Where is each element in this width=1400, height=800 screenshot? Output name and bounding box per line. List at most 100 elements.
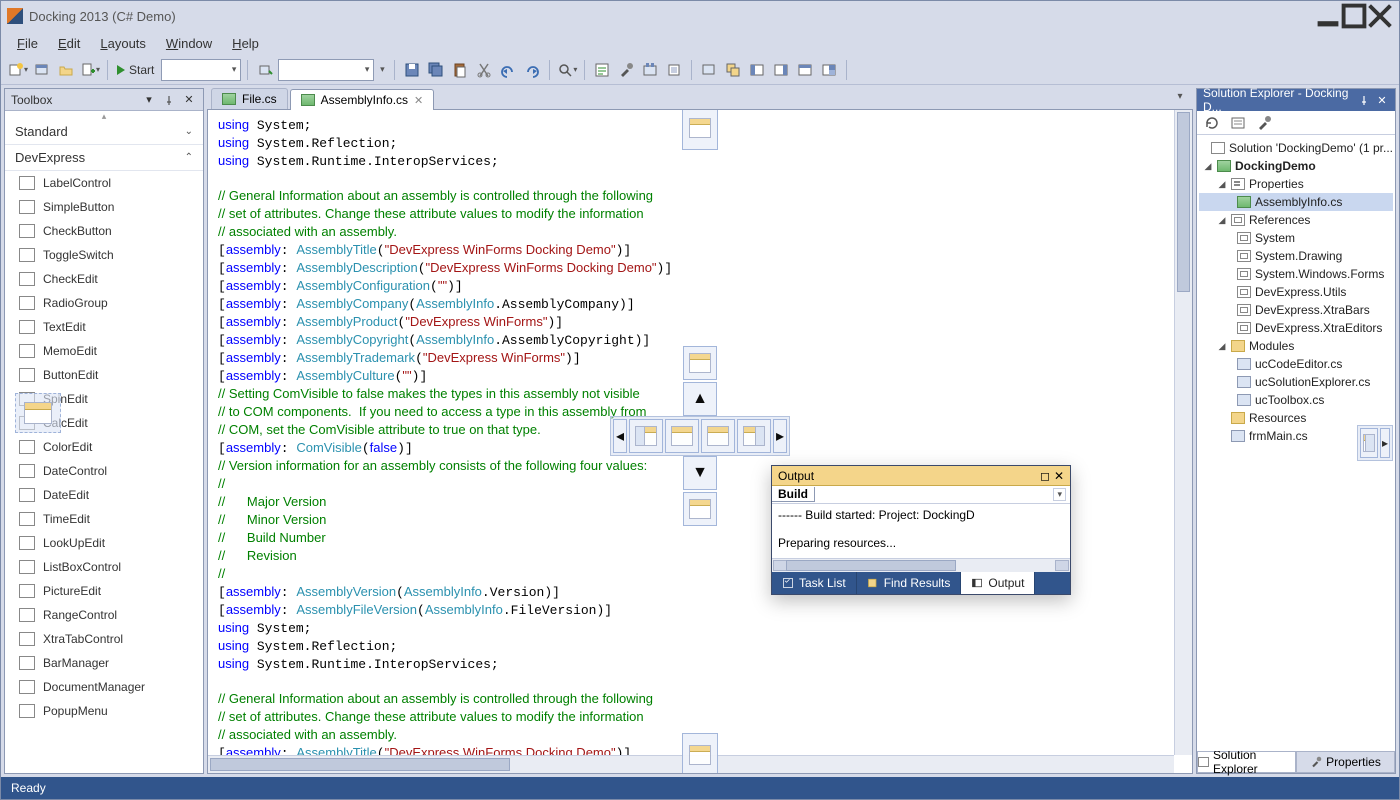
- new-window-icon[interactable]: [31, 59, 53, 81]
- titlebar[interactable]: Docking 2013 (C# Demo): [1, 1, 1399, 31]
- output-maximize-icon[interactable]: ◻: [1040, 469, 1050, 483]
- menu-help[interactable]: Help: [224, 34, 267, 53]
- toolbox-item[interactable]: DateControl: [5, 459, 203, 483]
- toolbox-item[interactable]: ListBoxControl: [5, 555, 203, 579]
- tree-module[interactable]: ucSolutionExplorer.cs: [1199, 373, 1393, 391]
- toolbox-item[interactable]: RangeControl: [5, 603, 203, 627]
- toolbox-item[interactable]: XtraTabControl: [5, 627, 203, 651]
- tabs-overflow-icon[interactable]: ▾: [1173, 91, 1187, 102]
- dock-hint-top[interactable]: [683, 346, 717, 380]
- minimize-button[interactable]: [1315, 6, 1341, 26]
- toolbox-header[interactable]: Toolbox ▾ ✕: [5, 89, 203, 111]
- window-list-icon[interactable]: [698, 59, 720, 81]
- toolbox-item[interactable]: LabelControl: [5, 171, 203, 195]
- dock-hint-right[interactable]: [737, 419, 771, 453]
- tree-solution-root[interactable]: Solution 'DockingDemo' (1 pr...: [1199, 139, 1393, 157]
- dock-hint-up-arrow[interactable]: ▲: [683, 382, 717, 416]
- toolbox-item[interactable]: ButtonEdit: [5, 363, 203, 387]
- toolbox-item[interactable]: PictureEdit: [5, 579, 203, 603]
- tab-find-results[interactable]: Find Results: [857, 572, 962, 594]
- toolbox-item[interactable]: CheckButton: [5, 219, 203, 243]
- dock-hint-arrow[interactable]: ▸: [1380, 428, 1390, 458]
- panel-close-icon[interactable]: ✕: [1375, 92, 1389, 108]
- save-all-icon[interactable]: [425, 59, 447, 81]
- toolbox-item[interactable]: TimeEdit: [5, 507, 203, 531]
- toolbox-item[interactable]: TextEdit: [5, 315, 203, 339]
- toolbox-close-icon[interactable]: ✕: [181, 92, 197, 108]
- save-icon[interactable]: [401, 59, 423, 81]
- start-button[interactable]: Start: [114, 59, 159, 81]
- maximize-button[interactable]: [1341, 6, 1367, 26]
- toolbox-group-standard[interactable]: Standard ⌄: [5, 119, 203, 145]
- toolbox-group-devexpress[interactable]: DevExpress ⌃: [5, 145, 203, 171]
- tab-file-cs[interactable]: File.cs: [211, 88, 288, 109]
- tab-solution-explorer[interactable]: Solution Explorer: [1197, 752, 1296, 773]
- menu-window[interactable]: Window: [158, 34, 220, 53]
- dock-hint-left-arrow[interactable]: ◂: [613, 419, 627, 453]
- toolbox-pin-icon[interactable]: [161, 92, 177, 108]
- tree-module[interactable]: ucCodeEditor.cs: [1199, 355, 1393, 373]
- dock-hint-top-edge[interactable]: [682, 110, 718, 150]
- output-text[interactable]: ------ Build started: Project: DockingD …: [772, 504, 1070, 558]
- toolbox-item[interactable]: MemoEdit: [5, 339, 203, 363]
- extensions-icon[interactable]: [639, 59, 661, 81]
- panel-pin-icon[interactable]: [1357, 92, 1371, 108]
- cut-icon[interactable]: [473, 59, 495, 81]
- config-combo[interactable]: ▾: [161, 59, 241, 81]
- editor-vertical-scrollbar[interactable]: [1174, 110, 1192, 755]
- dock-hint-right-arrow[interactable]: ▸: [773, 419, 787, 453]
- task-icon[interactable]: [591, 59, 613, 81]
- output-close-icon[interactable]: ✕: [1054, 469, 1064, 483]
- toolbox-item[interactable]: PopupMenu: [5, 699, 203, 723]
- dock-hint-bottom-edge[interactable]: [682, 733, 718, 774]
- scrollbar-thumb[interactable]: [1177, 112, 1190, 292]
- find-icon[interactable]: ▾: [556, 59, 578, 81]
- toolbox-scroll-up[interactable]: ▴: [5, 111, 203, 119]
- toolbox-menu-icon[interactable]: ▾: [141, 92, 157, 108]
- dock-fill-icon[interactable]: [794, 59, 816, 81]
- toolbox-item[interactable]: DocumentManager: [5, 675, 203, 699]
- output-category-dropdown-icon[interactable]: ▾: [1053, 488, 1066, 501]
- menu-file[interactable]: File: [9, 34, 46, 53]
- tree-reference[interactable]: DevExpress.XtraBars: [1199, 301, 1393, 319]
- tree-reference[interactable]: System: [1199, 229, 1393, 247]
- code-editor[interactable]: using System; using System.Reflection; u…: [207, 110, 1193, 774]
- redo-icon[interactable]: [521, 59, 543, 81]
- tab-properties[interactable]: Properties: [1296, 752, 1395, 773]
- close-button[interactable]: [1367, 6, 1393, 26]
- tree-reference[interactable]: System.Windows.Forms: [1199, 265, 1393, 283]
- undo-icon[interactable]: [497, 59, 519, 81]
- menu-layouts[interactable]: Layouts: [92, 34, 154, 53]
- paste-icon[interactable]: [449, 59, 471, 81]
- toolbox-item[interactable]: RadioGroup: [5, 291, 203, 315]
- tab-task-list[interactable]: Task List: [772, 572, 857, 594]
- tools-icon[interactable]: [615, 59, 637, 81]
- components-icon[interactable]: [663, 59, 685, 81]
- dock-hint-tab[interactable]: [701, 419, 735, 453]
- scrollbar-thumb[interactable]: [210, 758, 510, 771]
- tab-assemblyinfo-cs[interactable]: AssemblyInfo.cs ✕: [290, 89, 435, 110]
- platform-combo[interactable]: ▾: [278, 59, 374, 81]
- add-item-icon[interactable]: ▾: [79, 59, 101, 81]
- combo-expand-icon[interactable]: ▾: [376, 59, 388, 81]
- toolbox-item[interactable]: DateEdit: [5, 483, 203, 507]
- dock-hint-left[interactable]: [629, 419, 663, 453]
- dock-hint-right-small[interactable]: [1360, 428, 1378, 458]
- attach-icon[interactable]: [254, 59, 276, 81]
- scrollbar-thumb[interactable]: [786, 560, 956, 571]
- tab-close-icon[interactable]: ✕: [414, 94, 423, 107]
- dock-hint-fill[interactable]: [665, 419, 699, 453]
- tree-project[interactable]: ◢DockingDemo: [1199, 157, 1393, 175]
- toolbox-item[interactable]: LookUpEdit: [5, 531, 203, 555]
- toolbox-item[interactable]: ColorEdit: [5, 435, 203, 459]
- dock-layout-icon[interactable]: [818, 59, 840, 81]
- tab-output[interactable]: Output: [961, 572, 1035, 594]
- tree-reference[interactable]: DevExpress.XtraEditors: [1199, 319, 1393, 337]
- dock-hint-down-arrow[interactable]: ▼: [683, 456, 717, 490]
- tree-module[interactable]: ucToolbox.cs: [1199, 391, 1393, 409]
- tree-reference[interactable]: System.Drawing: [1199, 247, 1393, 265]
- dock-left-icon[interactable]: [746, 59, 768, 81]
- toolbox-item[interactable]: ToggleSwitch: [5, 243, 203, 267]
- tree-modules[interactable]: ◢Modules: [1199, 337, 1393, 355]
- new-project-icon[interactable]: ▾: [7, 59, 29, 81]
